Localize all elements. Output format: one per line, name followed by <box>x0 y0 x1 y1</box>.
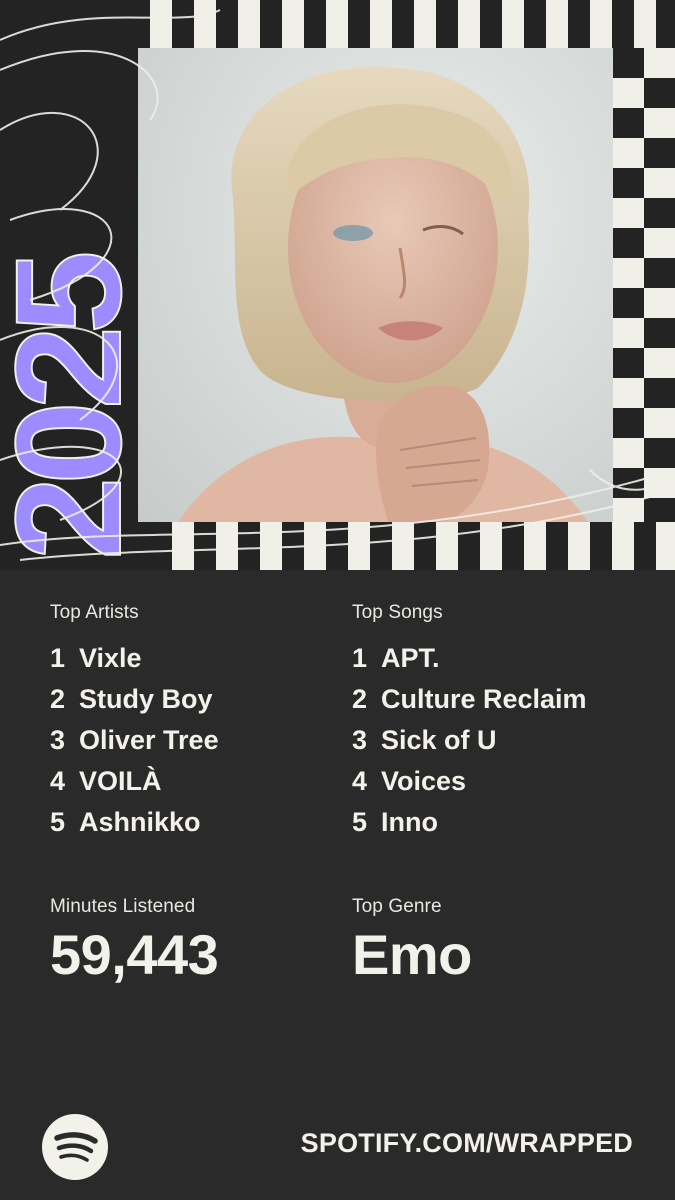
song-name: APT. <box>381 643 440 673</box>
list-item: 5 Inno <box>352 802 587 843</box>
year-band: 2025 <box>0 0 150 570</box>
list-item: 5 Ashnikko <box>50 802 219 843</box>
top-songs-label: Top Songs <box>352 602 443 623</box>
list-item: 2 Study Boy <box>50 679 219 720</box>
minutes-listened-section: Minutes Listened 59,443 <box>50 896 219 986</box>
list-item: 4 Voices <box>352 761 587 802</box>
artist-name: VOILÀ <box>79 766 162 796</box>
year-graphic: 2025 <box>0 253 150 561</box>
wrapped-card: 2025 Top Artists 1 Vixle 2 Study Boy 3 O… <box>0 0 675 1200</box>
artist-rank: 1 <box>50 643 66 673</box>
list-item: 3 Sick of U <box>352 720 587 761</box>
wrapped-link[interactable]: SPOTIFY.COM/WRAPPED <box>301 1128 633 1159</box>
list-item: 1 Vixle <box>50 638 219 679</box>
song-name: Voices <box>381 766 467 796</box>
song-name: Inno <box>381 807 438 837</box>
artist-name: Study Boy <box>79 684 213 714</box>
right-checker-pattern <box>612 48 675 522</box>
spotify-logo-icon[interactable] <box>42 1114 108 1180</box>
minutes-listened-label: Minutes Listened <box>50 896 196 917</box>
artist-rank: 5 <box>50 807 66 837</box>
artist-portrait <box>138 48 613 522</box>
list-item: 3 Oliver Tree <box>50 720 219 761</box>
song-rank: 1 <box>352 643 368 673</box>
portrait-image <box>178 66 588 522</box>
top-genre-label: Top Genre <box>352 896 442 917</box>
top-genre-section: Top Genre Emo <box>352 896 472 986</box>
year-text: 2025 <box>0 254 150 560</box>
song-rank: 3 <box>352 725 368 755</box>
top-artists-label: Top Artists <box>50 602 139 623</box>
artist-rank: 4 <box>50 766 66 796</box>
artist-name: Vixle <box>79 643 142 673</box>
artist-rank: 3 <box>50 725 66 755</box>
top-artists-list: 1 Vixle 2 Study Boy 3 Oliver Tree 4 VOILÀ 5A… <box>50 638 219 843</box>
artist-rank: 2 <box>50 684 66 714</box>
bottom-stripes <box>150 522 675 570</box>
top-genre-value: Emo <box>352 923 472 986</box>
song-rank: 2 <box>352 684 368 714</box>
top-stripes <box>150 0 675 48</box>
song-rank: 4 <box>352 766 368 796</box>
cover-art: 2025 <box>0 0 675 570</box>
song-name: Culture Reclaim <box>381 684 587 714</box>
song-name: Sick of U <box>381 725 497 755</box>
list-item: 4 VOILÀ <box>50 761 219 802</box>
song-rank: 5 <box>352 807 368 837</box>
list-item: 2 Culture Reclaim <box>352 679 587 720</box>
top-songs-list: 1 APT. 2 Culture Reclaim 3 Sick of U 4 Voice… <box>352 638 587 843</box>
artist-name: Oliver Tree <box>79 725 219 755</box>
minutes-listened-value: 59,443 <box>50 923 219 986</box>
artist-name: Ashnikko <box>79 807 201 837</box>
list-item: 1 APT. <box>352 638 587 679</box>
top-songs-section: Top Songs 1 APT. 2 Culture Reclaim 3 Sick o… <box>352 602 587 843</box>
top-artists-section: Top Artists 1 Vixle 2 Study Boy 3 Oliver Tr… <box>50 602 219 843</box>
